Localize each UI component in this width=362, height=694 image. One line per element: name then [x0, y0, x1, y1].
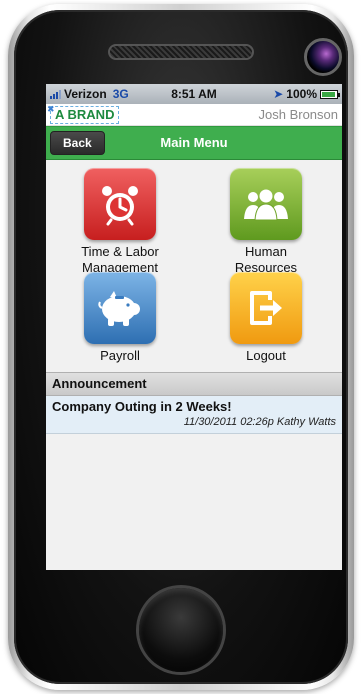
menu-label-logout: Logout: [246, 348, 286, 363]
menu-item-logout[interactable]: Logout: [196, 272, 336, 364]
nav-bar: Back Main Menu: [46, 126, 342, 160]
status-right: ➤ 100%: [273, 87, 340, 101]
battery-percent: 100%: [286, 87, 317, 101]
menu-label-payroll: Payroll: [100, 348, 140, 363]
people-icon[interactable]: [230, 168, 302, 240]
announcement-item[interactable]: Company Outing in 2 Weeks! 11/30/2011 02…: [46, 396, 342, 434]
brand-logo: ✖ A BRAND: [47, 104, 120, 124]
menu-item-human-resources[interactable]: Human Resources: [196, 168, 336, 276]
location-arrow-icon: ➤: [273, 87, 284, 101]
front-camera: [304, 38, 342, 76]
signal-strength-icon: [50, 89, 61, 99]
menu-item-payroll[interactable]: Payroll: [50, 272, 190, 364]
piggy-bank-icon[interactable]: [84, 272, 156, 344]
network-type: 3G: [112, 87, 129, 101]
battery-icon: [320, 89, 340, 99]
menu-item-time-labor[interactable]: Time & Labor Management: [50, 168, 190, 276]
back-button[interactable]: Back: [50, 131, 105, 155]
user-name: Josh Bronson: [258, 107, 339, 122]
menu-label-line: Time & Labor: [81, 244, 159, 259]
speaker-grille: [108, 44, 254, 60]
logout-icon[interactable]: [230, 272, 302, 344]
phone-screen: Verizon 3G 8:51 AM ➤ 100% ✖ A BRAND Josh…: [46, 84, 342, 570]
carrier-name: Verizon: [64, 87, 107, 101]
brand-bar: ✖ A BRAND Josh Bronson: [46, 104, 342, 126]
alarm-clock-icon[interactable]: [84, 168, 156, 240]
menu-label-line: Human: [245, 244, 287, 259]
announcement-meta: 11/30/2011 02:26p Kathy Watts: [183, 416, 336, 428]
home-button[interactable]: [139, 588, 223, 672]
brand-logo-text: A BRAND: [55, 106, 115, 122]
close-icon[interactable]: ✖: [47, 101, 55, 117]
status-bar: Verizon 3G 8:51 AM ➤ 100%: [46, 84, 342, 104]
main-menu-grid: Time & Labor Management Human Resources: [46, 160, 342, 372]
announcement-header: Announcement: [46, 372, 342, 396]
announcement-title: Company Outing in 2 Weeks!: [52, 399, 232, 414]
